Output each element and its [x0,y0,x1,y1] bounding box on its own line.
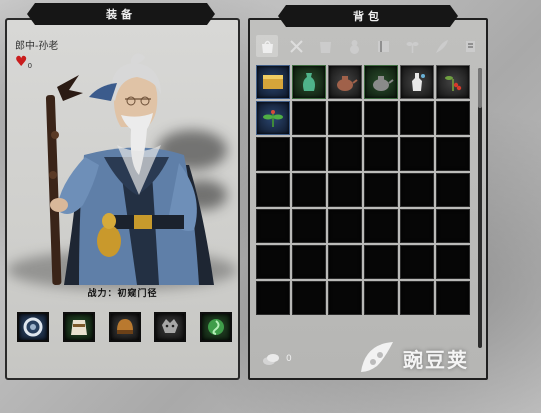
bag-cell[interactable] [328,245,362,279]
herb-plant-icon [263,110,283,127]
bag-cell[interactable] [436,281,470,315]
scroll-icon [466,40,476,52]
watermark: 豌豆荚 [355,336,469,380]
equipment-title: 装备 [27,3,215,25]
bag-cell[interactable] [292,101,326,135]
bag-cell[interactable] [256,65,290,99]
equip-slot-helmet[interactable] [108,312,141,342]
bag-cell[interactable] [400,137,434,171]
scrollbar-thumb[interactable] [478,68,482,108]
bag-cell[interactable] [364,209,398,243]
bag-cell[interactable] [328,173,362,207]
bag-cell[interactable] [364,281,398,315]
bag-scrollbar[interactable] [478,68,482,348]
bag-cell[interactable] [292,281,326,315]
tab-quest[interactable] [460,35,482,57]
bag-cell[interactable] [364,137,398,171]
bag-cell[interactable] [256,281,290,315]
character-name: 郎中-孙老 [15,41,59,52]
watermark-text: 豌豆荚 [403,347,469,372]
helmet-icon [116,319,133,334]
money-amount: 0 [286,354,292,364]
crossed-swords-icon [289,39,303,53]
jade-pendant-icon [208,319,224,335]
bag-cell[interactable] [400,173,434,207]
tab-armor[interactable] [314,35,336,57]
bag-cell[interactable] [400,65,434,99]
bag-cell[interactable] [364,173,398,207]
equip-slot-jade[interactable] [200,312,232,342]
bag-cell[interactable] [436,209,470,243]
bag-cell[interactable] [328,137,362,171]
bag-cell[interactable] [400,101,434,135]
bag-cell[interactable] [256,173,290,207]
bag-cell[interactable] [328,281,362,315]
bag-cell[interactable] [256,137,290,171]
bag-cell[interactable] [328,101,362,135]
bag-cell[interactable] [436,137,470,171]
bag-cell[interactable] [400,245,434,279]
gourd-icon [349,39,359,54]
equipment-slot-row [17,312,232,342]
green-vase-icon [303,73,315,91]
bag-cell[interactable] [364,245,398,279]
robe-icon [70,320,87,335]
bag-grid [256,65,476,351]
bag-panel: 0 [248,18,488,380]
tab-herb[interactable] [402,35,424,57]
tab-all[interactable] [256,35,278,57]
dark-teapot-icon [373,76,394,91]
bag-cell[interactable] [292,65,326,99]
tab-material[interactable] [431,35,453,57]
coin-icon [263,354,279,365]
bag-cell[interactable] [364,65,398,99]
money-display: 0 [262,352,292,366]
bag-cell[interactable] [292,173,326,207]
bag-cell[interactable] [364,101,398,135]
bag-cell[interactable] [328,65,362,99]
bag-cell[interactable] [256,245,290,279]
herb-icon [406,41,419,53]
feather-icon [436,39,449,53]
bag-cell[interactable] [292,209,326,243]
bag-cell[interactable] [328,209,362,243]
ring-icon [23,317,43,337]
bag-cell[interactable] [436,245,470,279]
bag-tab-bar [256,35,482,57]
tab-weapon[interactable] [285,35,307,57]
white-bottle-icon [412,73,425,91]
tab-misc[interactable] [343,35,365,57]
bag-cell[interactable] [292,137,326,171]
heart-count: 0 [27,62,33,70]
bag-all-icon [261,40,273,53]
teapot-icon [337,76,358,91]
bag-title: 背包 [278,5,458,27]
character-portrait [45,53,214,285]
tab-book[interactable] [373,35,395,57]
armor-icon [319,41,331,53]
combat-power-label: 战力：初窥门径 [87,289,158,299]
gold-box-icon [263,75,283,89]
equip-slot-armor[interactable] [62,312,95,342]
equip-slot-mount[interactable] [154,312,187,342]
book-icon [378,40,390,52]
bag-cell[interactable] [436,101,470,135]
pea-pod-logo-icon [361,342,393,372]
bag-cell[interactable] [436,65,470,99]
red-fruit-herb-icon [445,76,462,91]
beast-icon [162,319,179,333]
bag-cell[interactable] [436,173,470,207]
bag-cell[interactable] [400,281,434,315]
equipment-panel: 郎中-孙老 ♥0 战力：初窥门径 [5,18,240,380]
bag-cell[interactable] [292,245,326,279]
heart-icon: ♥0 [15,54,33,70]
bag-cell[interactable] [256,101,290,135]
equip-slot-accessory[interactable] [17,312,49,342]
bag-cell[interactable] [256,209,290,243]
bag-cell[interactable] [400,209,434,243]
